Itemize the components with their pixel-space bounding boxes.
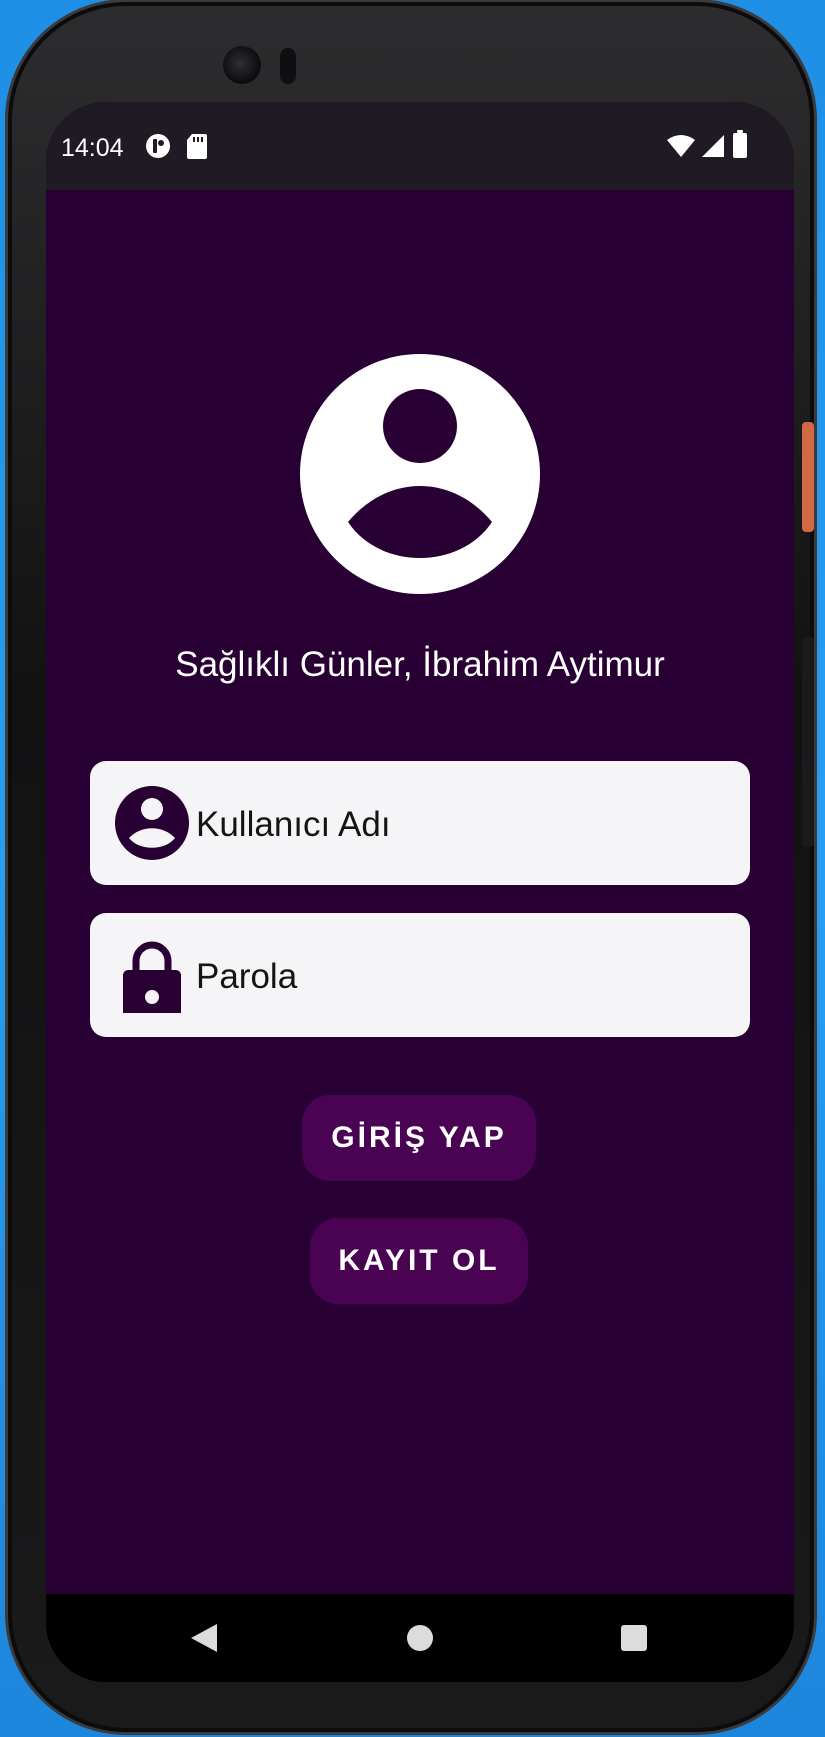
username-field[interactable]: [90, 761, 750, 885]
power-button: [802, 422, 814, 532]
volume-button: [802, 637, 814, 847]
phone-frame: 14:04 Sağlıklı Günler, İbrahim Aytimur K…: [8, 2, 814, 1732]
recents-icon[interactable]: [620, 1622, 648, 1659]
earpiece-speaker: [378, 60, 462, 70]
home-icon[interactable]: [406, 1622, 434, 1659]
status-bar: 14:04: [46, 102, 794, 190]
account-circle-icon: [114, 785, 190, 861]
status-time: 14:04: [61, 134, 124, 162]
login-button[interactable]: GİRİŞ YAP: [302, 1095, 536, 1181]
proximity-sensor: [280, 48, 296, 84]
front-camera: [223, 46, 261, 84]
battery-icon: [732, 130, 748, 163]
sync-cloud-icon: [144, 132, 172, 165]
username-input[interactable]: [196, 805, 716, 845]
password-input[interactable]: [196, 957, 716, 997]
register-button[interactable]: KAYIT OL: [310, 1218, 528, 1304]
greeting-text: Sağlıklı Günler, İbrahim Aytimur: [175, 645, 665, 684]
sd-card-icon: [186, 132, 208, 165]
account-circle-icon: [300, 354, 540, 594]
wifi-icon: [666, 134, 696, 163]
login-screen: Sağlıklı Günler, İbrahim Aytimur Kullanı…: [46, 190, 794, 1594]
password-field[interactable]: [90, 913, 750, 1037]
back-icon[interactable]: [189, 1622, 219, 1659]
screen: 14:04 Sağlıklı Günler, İbrahim Aytimur K…: [46, 102, 794, 1682]
navigation-bar: [46, 1594, 794, 1682]
lock-icon: [114, 937, 190, 1026]
cellular-signal-icon: [701, 134, 725, 163]
